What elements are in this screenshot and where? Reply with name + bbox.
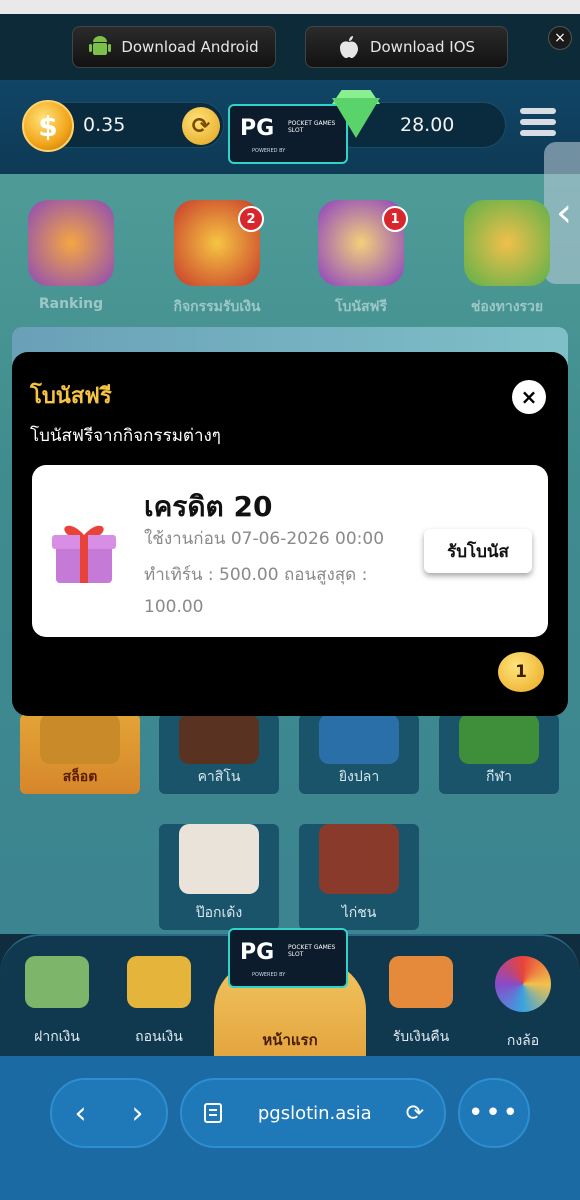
close-icon[interactable]: ×: [548, 26, 572, 50]
category-pokdeng-label: ป๊อกเด้ง: [195, 905, 243, 921]
gem-icon: [332, 98, 380, 138]
bonus-max-withdraw: 100.00: [144, 597, 204, 617]
apple-icon: [339, 36, 358, 58]
credit-value: 28.00: [400, 114, 455, 136]
quick-ranking-label: Ranking: [38, 296, 104, 312]
bonus-title: เครดิต 20: [144, 490, 273, 523]
back-icon[interactable]: ‹: [75, 1096, 87, 1131]
coin-hand-icon: [464, 200, 550, 286]
category-slot[interactable]: สล็อต: [20, 714, 140, 794]
download-android-button[interactable]: Download Android: [72, 26, 276, 68]
category-slot-label: สล็อต: [62, 769, 98, 785]
quick-rich-channel-label: ช่องทางรวย: [470, 299, 544, 315]
modal-subtitle: โบนัสฟรีจากกิจกรรมต่างๆ: [30, 426, 221, 446]
wallet-icon: [389, 956, 453, 1008]
bonus-card: เครดิต 20 ใช้งานก่อน 07-06-2026 00:00 ทำ…: [32, 465, 548, 637]
quick-free-bonus-label: โบนัสฟรี: [335, 299, 387, 315]
rooster-icon: [319, 824, 399, 894]
page-badge[interactable]: 1: [498, 652, 544, 692]
bonus-turnover: ทำเทิร์น : 500.00 ถอนสูงสุด :: [144, 565, 368, 585]
category-fishing-label: ยิงปลา: [338, 769, 380, 785]
pg-logo-bottom: PG POCKET GAMES SLOT POWERED BY: [228, 928, 348, 988]
download-ios-button[interactable]: Download IOS: [305, 26, 508, 68]
nav-cashback[interactable]: รับเงินคืน: [376, 956, 466, 1048]
refresh-icon[interactable]: ⟳: [182, 107, 220, 145]
free-bonus-badge: 1: [382, 206, 408, 232]
gift-icon: [52, 525, 116, 583]
hamburger-menu-icon[interactable]: [520, 108, 556, 142]
claim-bonus-button[interactable]: รับโบนัส: [424, 529, 532, 573]
pg-logo-bottom-sub: POCKET GAMES SLOT: [288, 944, 336, 958]
forward-icon[interactable]: ›: [132, 1096, 144, 1131]
activity-badge: 2: [238, 206, 264, 232]
slot-machine-icon: [40, 714, 120, 764]
pg-logo-text: PG: [240, 116, 275, 141]
nav-withdraw[interactable]: ถอนเงิน: [114, 956, 204, 1048]
address-bar[interactable]: pgslotin.asia ⟳: [180, 1078, 446, 1148]
ranking-star-icon: [28, 200, 114, 286]
browser-nav-group: ‹ ›: [50, 1078, 168, 1148]
free-bonus-modal: โบนัสฟรี โบนัสฟรีจากกิจกรรมต่างๆ × เครดิ…: [12, 352, 568, 716]
modal-title: โบนัสฟรี: [30, 384, 112, 409]
category-pokdeng[interactable]: ป๊อกเด้ง: [159, 824, 279, 930]
pg-logo-bottom-powered: POWERED BY: [252, 972, 286, 978]
close-icon[interactable]: ×: [512, 380, 546, 414]
android-icon: [89, 36, 112, 55]
category-cockfight[interactable]: ไก่ชน: [299, 824, 419, 930]
nav-deposit-label: ฝากเงิน: [34, 1029, 80, 1045]
page-icon: [204, 1103, 222, 1123]
category-sport[interactable]: กีฬา: [439, 714, 559, 794]
balance-value: 0.35: [83, 114, 126, 136]
fish-icon: [319, 714, 399, 764]
nav-home[interactable]: หน้าแรก: [214, 1028, 366, 1052]
download-ios-label: Download IOS: [369, 38, 476, 56]
category-casino[interactable]: คาสิโน: [159, 714, 279, 794]
download-android-label: Download Android: [121, 38, 259, 56]
nav-wheel-label: กงล้อ: [506, 1033, 540, 1049]
category-fishing[interactable]: ยิงปลา: [299, 714, 419, 794]
pg-logo-powered: POWERED BY: [252, 148, 286, 154]
reload-icon[interactable]: ⟳: [406, 1101, 424, 1126]
nav-cashback-label: รับเงินคืน: [392, 1029, 450, 1045]
pg-logo: PG POCKET GAMES SLOT POWERED BY: [228, 104, 348, 164]
money-stack-icon: [25, 956, 89, 1008]
category-cockfight-label: ไก่ชน: [341, 905, 377, 921]
browser-toolbar: ‹ › pgslotin.asia ⟳ •••: [0, 1056, 580, 1200]
download-bar: Download Android Download IOS ×: [0, 14, 580, 80]
category-casino-label: คาสิโน: [197, 769, 241, 785]
nav-wheel[interactable]: กงล้อ: [478, 956, 568, 1052]
more-options-icon[interactable]: •••: [458, 1078, 530, 1148]
url-text: pgslotin.asia: [257, 1102, 372, 1124]
roulette-icon: [179, 714, 259, 764]
playing-cards-icon: [179, 824, 259, 894]
status-strip: [0, 0, 580, 14]
category-sport-label: กีฬา: [486, 769, 512, 785]
coin-stack-icon: [127, 956, 191, 1008]
spin-wheel-icon: [495, 956, 551, 1012]
football-field-icon: [459, 714, 539, 764]
quick-rich-channel[interactable]: ช่องทางรวย: [452, 200, 562, 320]
nav-deposit[interactable]: ฝากเงิน: [12, 956, 102, 1048]
quick-ranking[interactable]: Ranking: [16, 200, 126, 320]
pg-logo-bottom-text: PG: [240, 940, 275, 965]
bonus-expiry: ใช้งานก่อน 07-06-2026 00:00: [144, 529, 385, 549]
quick-activity[interactable]: 2 กิจกรรมรับเงิน: [162, 200, 272, 320]
quick-activity-label: กิจกรรมรับเงิน: [173, 299, 261, 315]
quick-free-bonus[interactable]: 1 โบนัสฟรี: [306, 200, 416, 320]
dollar-coin-icon: $: [22, 100, 74, 152]
nav-withdraw-label: ถอนเงิน: [135, 1029, 183, 1045]
